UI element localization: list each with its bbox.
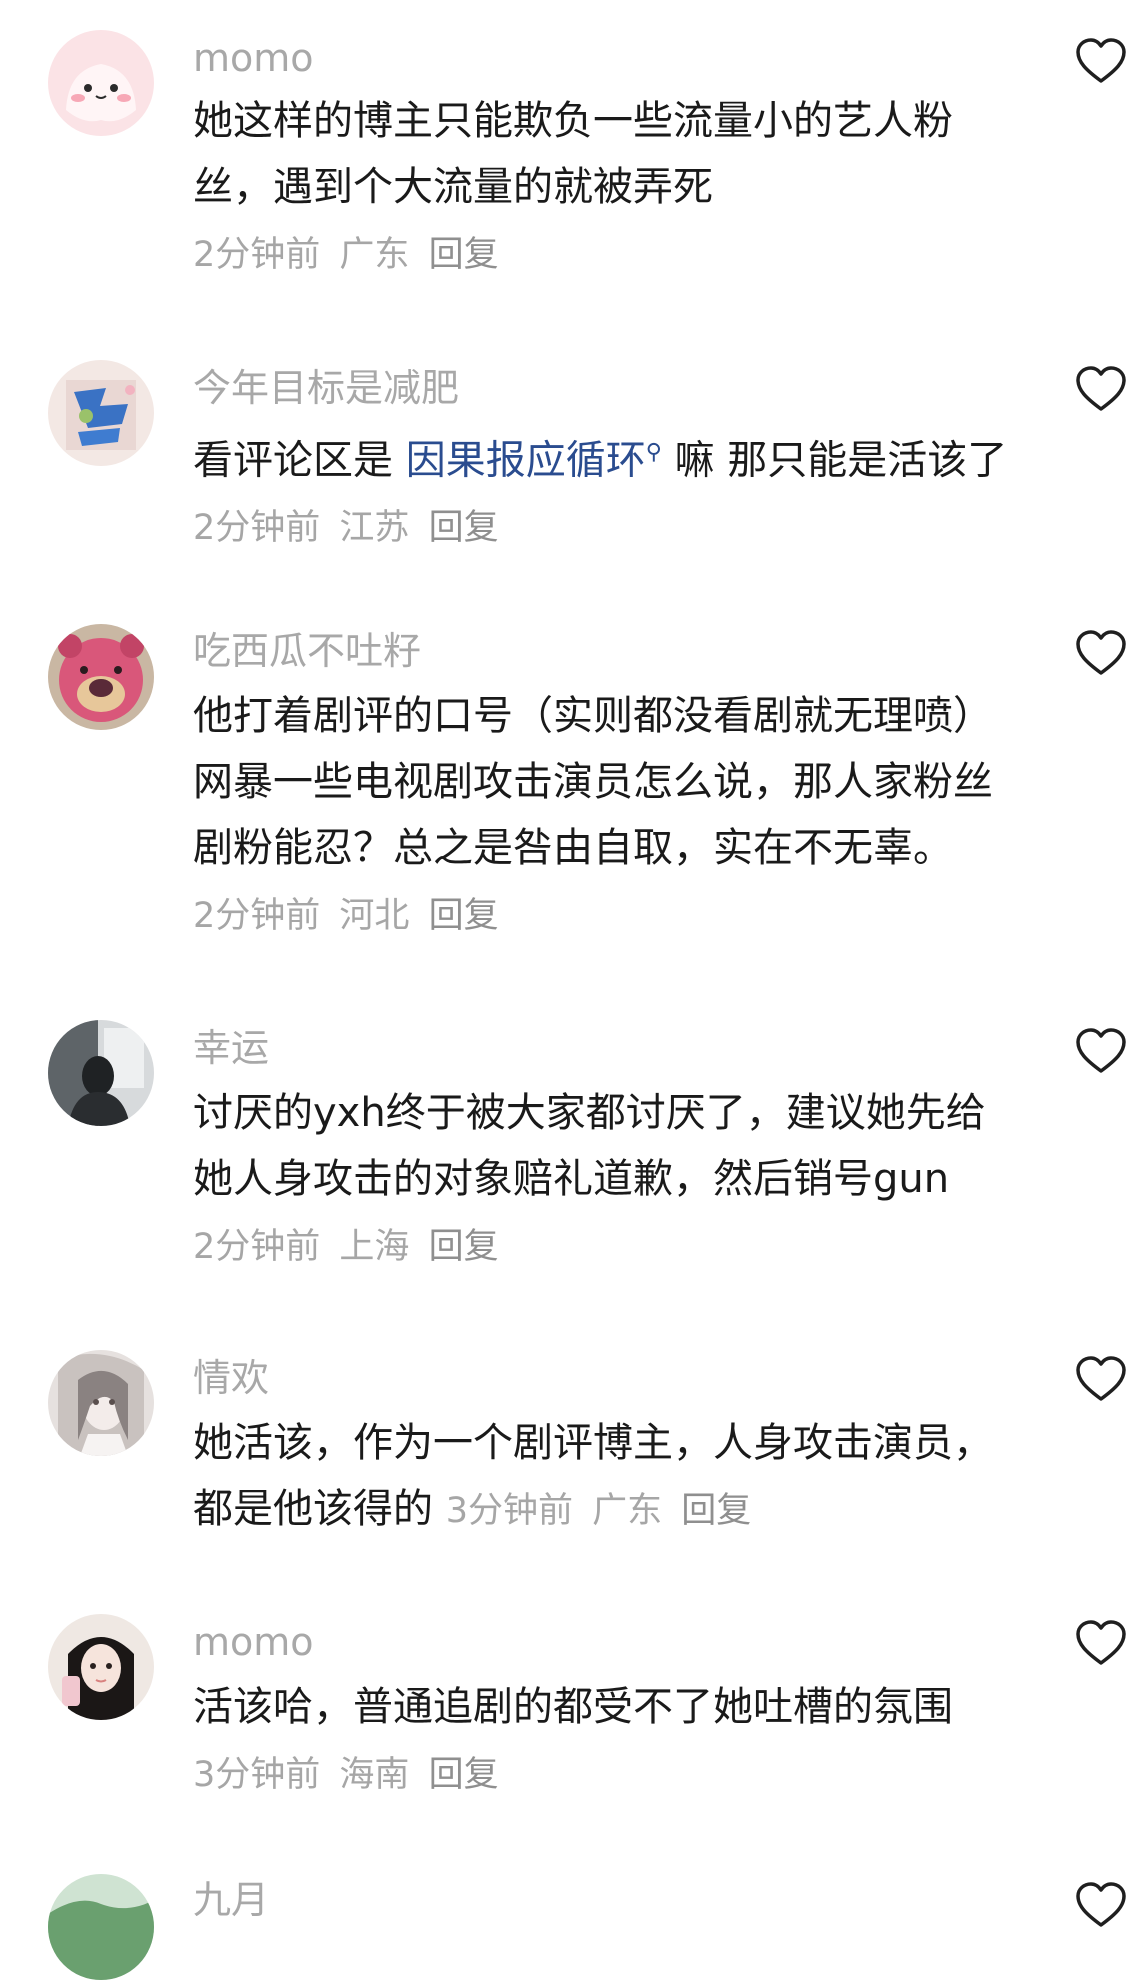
reply-button[interactable]: 回复 bbox=[429, 1227, 499, 1267]
username[interactable]: momo bbox=[193, 34, 314, 82]
like-button[interactable] bbox=[1074, 36, 1128, 86]
heart-outline-icon bbox=[1076, 1882, 1126, 1927]
username[interactable]: 今年目标是减肥 bbox=[193, 364, 459, 412]
location: 上海 bbox=[339, 1227, 410, 1267]
heart-outline-icon bbox=[1076, 1028, 1126, 1073]
heart-outline-icon bbox=[1076, 630, 1126, 675]
username[interactable]: momo bbox=[193, 1618, 314, 1666]
comment-content: 活该哈，普通追剧的都受不了她吐槽的氛围 bbox=[193, 1684, 953, 1730]
like-button[interactable] bbox=[1074, 1618, 1128, 1668]
heart-outline-icon bbox=[1076, 366, 1126, 411]
like-button[interactable] bbox=[1074, 1354, 1128, 1404]
location: 河北 bbox=[339, 896, 410, 936]
like-button[interactable] bbox=[1074, 628, 1128, 678]
comment-content: 他打着剧评的口号（实则都没看剧就无理喷）网暴一些电视剧攻击演员怎么说，那人家粉丝… bbox=[193, 693, 993, 871]
search-icon[interactable]: ⚲ bbox=[646, 440, 662, 465]
comment-meta: 2分钟前 江苏 回复 bbox=[193, 508, 507, 548]
comment-meta: 3分钟前 广东 回复 bbox=[446, 1491, 760, 1531]
like-button[interactable] bbox=[1074, 1026, 1128, 1076]
comment-content-after-link: 嘛 那只能是活该了 bbox=[661, 437, 1008, 484]
location: 广东 bbox=[339, 235, 410, 275]
comment-content: 她这样的博主只能欺负一些流量小的艺人粉丝，遇到个大流量的就被弄死 bbox=[193, 98, 953, 210]
landscape-avatar-icon bbox=[48, 1874, 154, 1980]
heart-outline-icon bbox=[1076, 38, 1126, 83]
username[interactable]: 情欢 bbox=[193, 1354, 269, 1402]
reply-button[interactable]: 回复 bbox=[429, 1755, 499, 1795]
timestamp: 2分钟前 bbox=[193, 896, 321, 936]
comment-meta: 2分钟前 河北 回复 bbox=[193, 896, 507, 936]
avatar[interactable] bbox=[48, 1874, 154, 1980]
timestamp: 2分钟前 bbox=[193, 508, 321, 549]
avatar[interactable] bbox=[48, 1614, 154, 1720]
comment-content-before-link: 看评论区是 bbox=[193, 437, 406, 484]
like-button[interactable] bbox=[1074, 364, 1128, 414]
comment-text: 活该哈，普通追剧的都受不了她吐槽的氛围 3分钟前 海南 回复 bbox=[193, 1674, 1023, 1808]
comment-content: 讨厌的yxh终于被大家都讨厌了，建议她先给她人身攻击的对象赔礼道歉，然后销号gu… bbox=[193, 1090, 986, 1202]
location: 广东 bbox=[592, 1491, 663, 1531]
avatar[interactable] bbox=[48, 30, 154, 136]
comment-meta: 2分钟前 广东 回复 bbox=[193, 235, 507, 275]
avatar[interactable] bbox=[48, 360, 154, 466]
comment-meta: 3分钟前 海南 回复 bbox=[193, 1755, 507, 1795]
timestamp: 2分钟前 bbox=[193, 1227, 321, 1267]
topic-link[interactable]: 因果报应循环 bbox=[406, 437, 646, 483]
comment-text: 讨厌的yxh终于被大家都讨厌了，建议她先给她人身攻击的对象赔礼道歉，然后销号gu… bbox=[193, 1080, 1023, 1280]
timestamp: 3分钟前 bbox=[193, 1755, 321, 1795]
book-cover-avatar-icon bbox=[48, 360, 154, 466]
username[interactable]: 吃西瓜不吐籽 bbox=[193, 627, 421, 675]
avatar[interactable] bbox=[48, 1020, 154, 1126]
username[interactable]: 幸运 bbox=[193, 1024, 269, 1072]
strawberry-bear-avatar-icon bbox=[48, 624, 154, 730]
heart-outline-icon bbox=[1076, 1620, 1126, 1665]
avatar[interactable] bbox=[48, 624, 154, 730]
comment-meta: 2分钟前 上海 回复 bbox=[193, 1227, 507, 1267]
selfie-girl-avatar-icon bbox=[48, 1614, 154, 1720]
window-silhouette-avatar-icon bbox=[48, 1020, 154, 1126]
sketch-girl-avatar-icon bbox=[48, 1350, 154, 1456]
comment-text: 她这样的博主只能欺负一些流量小的艺人粉丝，遇到个大流量的就被弄死 2分钟前 广东… bbox=[193, 88, 1023, 288]
heart-outline-icon bbox=[1076, 1356, 1126, 1401]
location: 江苏 bbox=[339, 508, 410, 549]
comment-text: 她活该，作为一个剧评博主，人身攻击演员，都是他该得的 3分钟前 广东 回复 bbox=[193, 1410, 1023, 1544]
reply-button[interactable]: 回复 bbox=[429, 235, 499, 275]
timestamp: 2分钟前 bbox=[193, 235, 321, 275]
username[interactable]: 九月 bbox=[193, 1876, 269, 1924]
like-button[interactable] bbox=[1074, 1880, 1128, 1930]
comment-text: 看评论区是 因果报应循环⚲ 嘛 那只能是活该了 2分钟前 江苏 回复 bbox=[193, 420, 1023, 561]
reply-button[interactable]: 回复 bbox=[429, 896, 499, 936]
reply-button[interactable]: 回复 bbox=[681, 1491, 751, 1531]
pink-blob-avatar-icon bbox=[48, 30, 154, 136]
reply-button[interactable]: 回复 bbox=[429, 508, 499, 548]
avatar[interactable] bbox=[48, 1350, 154, 1456]
location: 海南 bbox=[339, 1755, 410, 1795]
timestamp: 3分钟前 bbox=[445, 1491, 573, 1531]
comment-text: 他打着剧评的口号（实则都没看剧就无理喷）网暴一些电视剧攻击演员怎么说，那人家粉丝… bbox=[193, 683, 1023, 949]
